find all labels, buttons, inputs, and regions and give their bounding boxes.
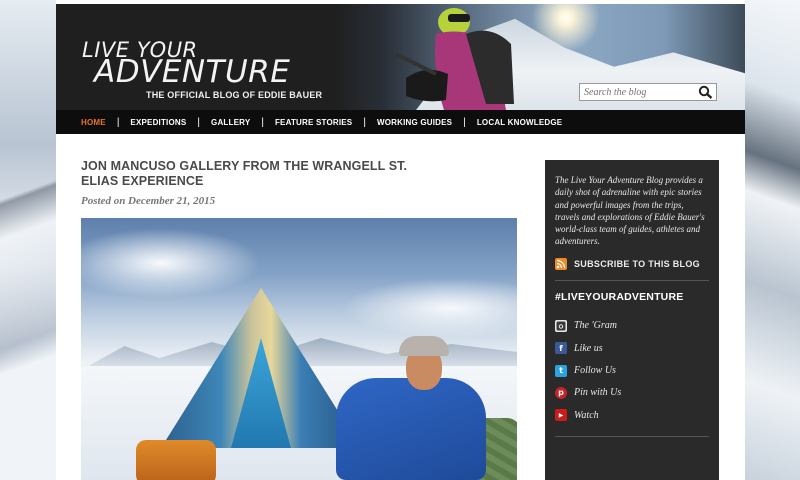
post-image[interactable] — [81, 218, 517, 480]
post-title[interactable]: JON MANCUSO GALLERY FROM THE WRANGELL ST… — [81, 159, 441, 189]
nav-gallery[interactable]: GALLERY — [200, 118, 261, 127]
social-twitter[interactable]: t Follow Us — [555, 359, 709, 381]
social-label: The 'Gram — [574, 320, 617, 332]
sidebar: The Live Your Adventure Blog provides a … — [545, 160, 719, 480]
photo-person-jacket — [336, 378, 486, 480]
logo-line2[interactable]: ADVENTURE — [94, 54, 290, 90]
logo-tagline: THE OFFICIAL BLOG OF EDDIE BAUER — [146, 90, 323, 100]
social-instagram[interactable]: The 'Gram — [555, 315, 709, 337]
search-button[interactable] — [698, 85, 714, 99]
nav-home[interactable]: HOME — [70, 118, 117, 127]
background-left — [0, 0, 56, 480]
youtube-icon: ▶ — [555, 409, 567, 422]
nav-local-knowledge[interactable]: LOCAL KNOWLEDGE — [466, 118, 574, 127]
climber-image — [396, 8, 514, 110]
background-right — [745, 0, 800, 480]
nav-working-guides[interactable]: WORKING GUIDES — [366, 118, 463, 127]
photo-cloud — [81, 228, 261, 298]
photo-person-cap — [399, 336, 449, 356]
twitter-icon: t — [555, 364, 567, 377]
photo-bag — [136, 440, 216, 480]
main-nav: HOME | EXPEDITIONS | GALLERY | FEATURE S… — [56, 110, 745, 134]
search-icon — [698, 85, 713, 99]
pinterest-icon: p — [555, 386, 567, 399]
instagram-icon — [555, 319, 567, 332]
sidebar-divider — [555, 436, 709, 438]
social-pinterest[interactable]: p Pin with Us — [555, 382, 709, 404]
hashtag-heading: #LIVEYOURADVENTURE — [555, 290, 684, 303]
sidebar-about: The Live Your Adventure Blog provides a … — [555, 175, 705, 247]
sidebar-divider — [555, 279, 709, 281]
search-box — [579, 83, 717, 101]
social-label: Pin with Us — [574, 387, 622, 399]
social-facebook[interactable]: f Like us — [555, 337, 709, 359]
social-youtube[interactable]: ▶ Watch — [555, 404, 709, 426]
rss-icon — [555, 257, 567, 270]
search-input[interactable] — [580, 84, 696, 100]
site-header: LIVE YOUR ADVENTURE THE OFFICIAL BLOG OF… — [56, 4, 745, 110]
subscribe-link[interactable]: SUBSCRIBE TO THIS BLOG — [555, 257, 709, 270]
page-container: LIVE YOUR ADVENTURE THE OFFICIAL BLOG OF… — [56, 0, 745, 480]
photo-cloud — [341, 278, 517, 338]
social-label: Watch — [574, 409, 599, 421]
social-label: Like us — [574, 342, 603, 354]
facebook-icon: f — [555, 342, 567, 355]
post-date: Posted on December 21, 2015 — [81, 195, 216, 207]
nav-feature-stories[interactable]: FEATURE STORIES — [264, 118, 363, 127]
social-label: Follow Us — [574, 365, 616, 377]
nav-expeditions[interactable]: EXPEDITIONS — [119, 118, 197, 127]
subscribe-label: SUBSCRIBE TO THIS BLOG — [574, 258, 700, 269]
